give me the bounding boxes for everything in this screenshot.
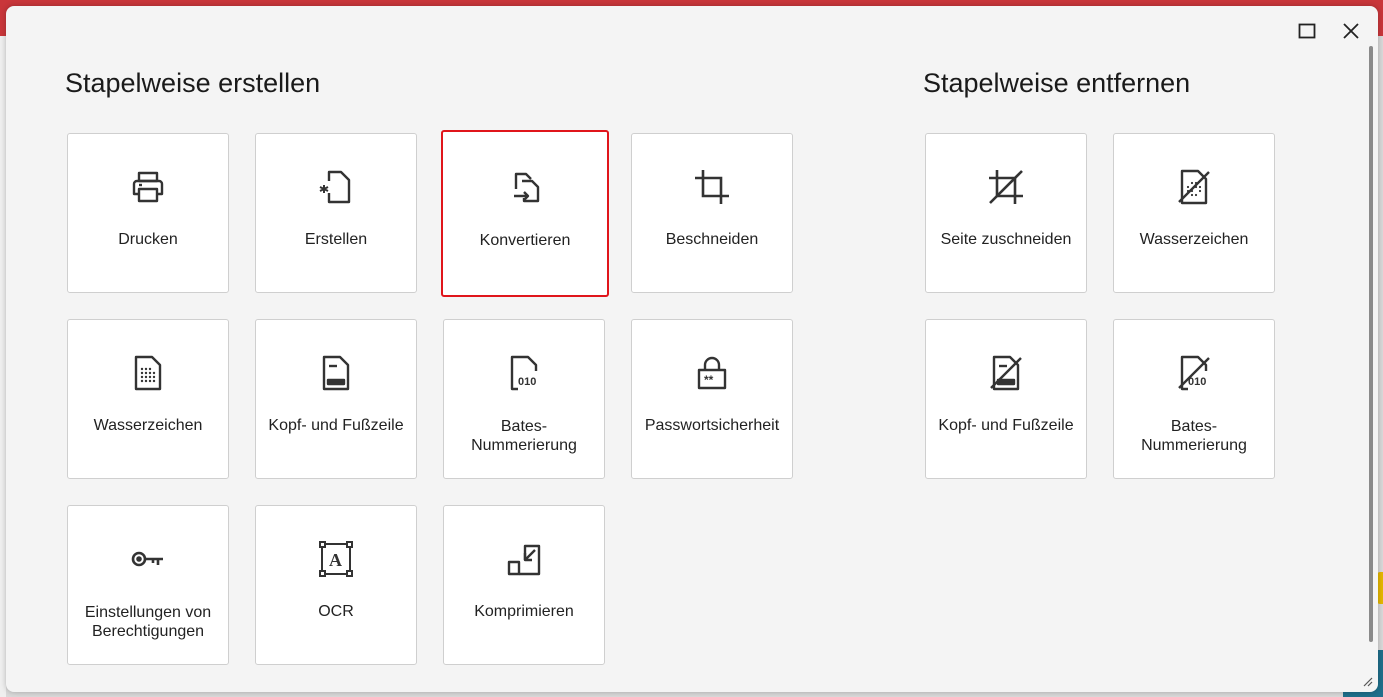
tile-komprimieren[interactable]: Komprimieren	[443, 505, 605, 665]
tile-berechtigungen[interactable]: Einstellungen von Berechtigungen	[67, 505, 229, 665]
tile-kopf-fusszeile-entfernen[interactable]: Kopf- und Fußzeile	[925, 319, 1087, 479]
maximize-button[interactable]	[1292, 16, 1322, 46]
remove-crop-icon	[926, 168, 1086, 206]
svg-text:010: 010	[518, 376, 536, 388]
printer-icon	[68, 168, 228, 206]
remove-header-footer-icon	[926, 354, 1086, 392]
batch-process-dialog: Stapelweise erstellen Stapelweise entfer…	[6, 6, 1378, 692]
compress-icon	[444, 540, 604, 578]
remove-section-title: Stapelweise entfernen	[923, 68, 1191, 98]
resize-grip-icon[interactable]	[1361, 674, 1373, 687]
tile-bates-entfernen[interactable]: 010 Bates- Nummerierung	[1113, 319, 1275, 479]
watermark-icon	[68, 354, 228, 392]
close-icon	[1343, 23, 1359, 39]
tile-wasserzeichen[interactable]: Wasserzeichen	[67, 319, 229, 479]
tile-beschneiden[interactable]: Beschneiden	[631, 133, 793, 293]
tile-label: Wasserzeichen	[93, 417, 203, 434]
svg-text:A: A	[329, 550, 342, 570]
tile-erstellen[interactable]: Erstellen	[255, 133, 417, 293]
tile-label: Drucken	[118, 231, 178, 248]
tile-label: Konvertieren	[479, 232, 571, 249]
maximize-icon	[1298, 23, 1316, 39]
tile-label: OCR	[318, 603, 354, 620]
remove-watermark-icon	[1114, 168, 1274, 206]
tile-drucken[interactable]: Drucken	[67, 133, 229, 293]
convert-icon	[443, 169, 607, 207]
tile-label: Bates- Nummerierung	[471, 418, 577, 454]
tile-label: Passwortsicherheit	[644, 417, 780, 434]
tile-label: Kopf- und Fußzeile	[268, 417, 404, 434]
tile-bates-nummerierung[interactable]: 010 Bates- Nummerierung	[443, 319, 605, 479]
tile-label: Kopf- und Fußzeile	[938, 417, 1074, 434]
tile-passwortsicherheit[interactable]: ** Passwortsicherheit	[631, 319, 793, 479]
header-footer-icon	[256, 354, 416, 392]
remove-bates-icon: 010	[1114, 354, 1274, 392]
tile-label: Komprimieren	[474, 603, 574, 620]
tile-kopf-fusszeile[interactable]: Kopf- und Fußzeile	[255, 319, 417, 479]
ocr-icon: A	[256, 540, 416, 578]
tile-ocr[interactable]: A OCR	[255, 505, 417, 665]
lock-icon: **	[632, 354, 792, 392]
bates-numbering-icon: 010	[444, 354, 604, 392]
crop-icon	[632, 168, 792, 206]
tile-label: Erstellen	[304, 231, 368, 248]
create-document-icon	[256, 168, 416, 206]
tile-label: Seite zuschneiden	[940, 231, 1072, 248]
svg-text:**: **	[704, 373, 714, 387]
tile-label: Bates- Nummerierung	[1141, 418, 1247, 454]
tile-label: Einstellungen von Berechtigungen	[84, 604, 212, 640]
tile-konvertieren[interactable]: Konvertieren	[441, 130, 609, 297]
tile-label: Wasserzeichen	[1139, 231, 1249, 248]
tile-label: Beschneiden	[665, 231, 759, 248]
tile-wasserzeichen-entfernen[interactable]: Wasserzeichen	[1113, 133, 1275, 293]
vertical-scrollbar[interactable]	[1369, 46, 1373, 642]
close-button[interactable]	[1336, 16, 1366, 46]
create-section-title: Stapelweise erstellen	[65, 68, 321, 98]
key-icon	[68, 540, 228, 578]
tile-seite-zuschneiden[interactable]: Seite zuschneiden	[925, 133, 1087, 293]
